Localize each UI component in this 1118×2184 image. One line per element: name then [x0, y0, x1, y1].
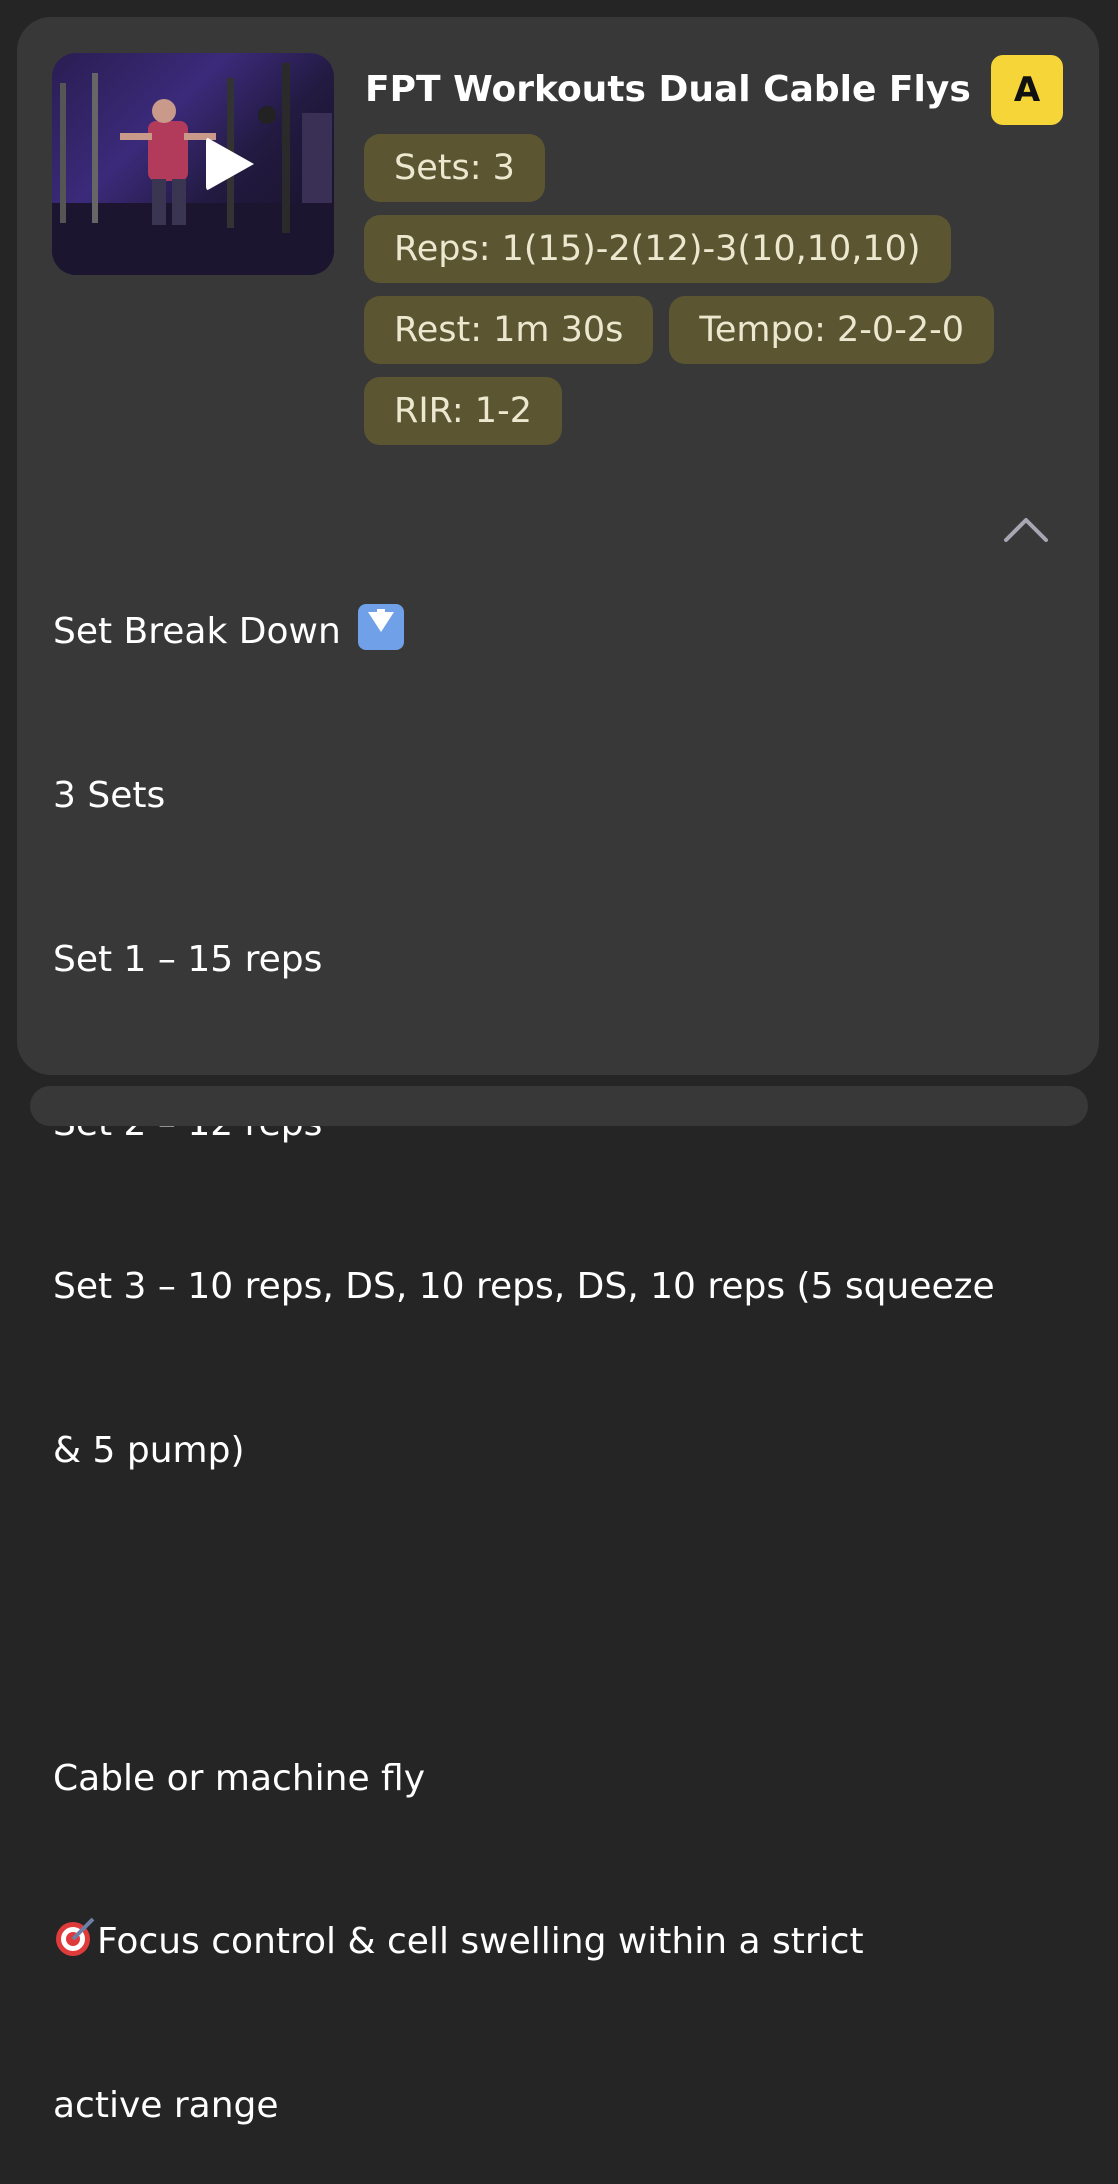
rir-chip: RIR: 1-2 [364, 377, 562, 445]
down-arrow-emoji-icon [358, 604, 405, 651]
description-line: 3 Sets [53, 774, 166, 816]
exercise-parameters: Sets: 3 Reps: 1(15)-2(12)-3(10,10,10) Re… [364, 134, 1064, 458]
exercise-description: Set Break Down 3 Sets Set 1 – 15 reps Se… [53, 495, 1013, 2184]
description-line: Set 1 – 15 reps [53, 938, 323, 980]
tempo-chip: Tempo: 2-0-2-0 [669, 296, 994, 364]
description-line: active range [53, 2085, 279, 2127]
next-card-edge [30, 1086, 1088, 1126]
exercise-card: FPT Workouts Dual Cable Flys A Sets: 3 R… [17, 17, 1099, 2126]
description-line: Set 3 – 10 reps, DS, 10 reps, DS, 10 rep… [53, 1266, 995, 1308]
sets-chip: Sets: 3 [364, 134, 545, 202]
reps-chip: Reps: 1(15)-2(12)-3(10,10,10) [364, 215, 951, 283]
description-line: Focus control & cell swelling within a s… [97, 1921, 864, 1963]
exercise-title: FPT Workouts Dual Cable Flys [365, 69, 971, 110]
gym-scene-illustration [52, 63, 334, 275]
grade-badge: A [991, 55, 1063, 125]
video-thumbnail[interactable] [52, 53, 334, 275]
description-line: Cable or machine fly [53, 1757, 426, 1799]
rest-chip: Rest: 1m 30s [364, 296, 654, 364]
direct-hit-emoji-icon [53, 1915, 97, 1959]
description-line: & 5 pump) [53, 1430, 245, 1472]
description-line: Set Break Down [53, 611, 341, 653]
play-icon[interactable] [206, 137, 254, 191]
